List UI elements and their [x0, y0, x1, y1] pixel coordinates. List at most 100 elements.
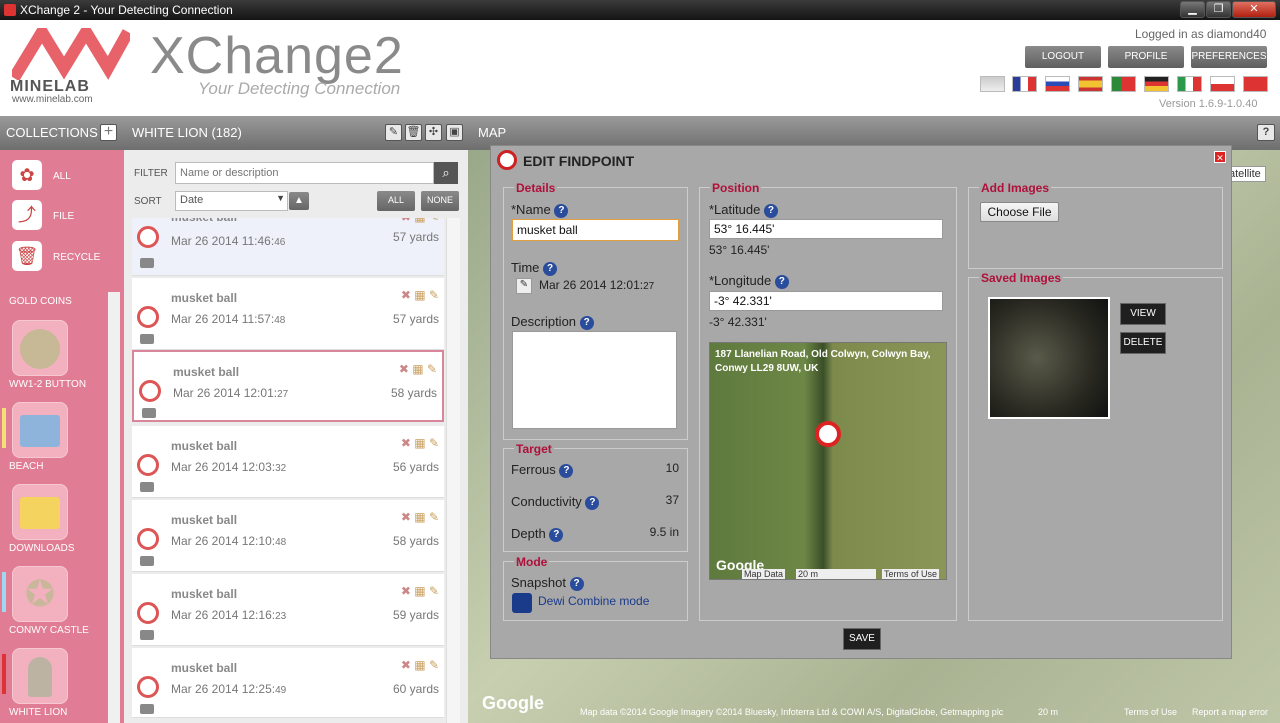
conductivity-label: Conductivity ?: [511, 494, 600, 510]
sidebar-item-file[interactable]: ⤴ FILE: [0, 200, 120, 236]
table-row[interactable]: musket ball Mar 26 2014 11:57:48 57 yards ✖…: [132, 278, 444, 350]
sidebar-item-all[interactable]: ✿ ALL: [0, 160, 120, 196]
choose-file-button[interactable]: Choose File: [980, 202, 1059, 222]
table-row[interactable]: musket ball Mar 26 2014 12:16:23 59 yards ✖…: [132, 574, 444, 646]
table-row[interactable]: musket ball Mar 26 2014 12:25:49 60 yards ✖…: [132, 648, 444, 718]
flag-portugal-icon[interactable]: [1111, 76, 1136, 92]
sort-direction-icon[interactable]: ▲: [289, 192, 309, 210]
help-icon[interactable]: ?: [543, 261, 558, 276]
flag-spain-icon[interactable]: [1078, 76, 1103, 92]
minimize-button[interactable]: ▁: [1180, 1, 1205, 18]
flag-italy-icon[interactable]: [1177, 76, 1202, 92]
edit-icon[interactable]: ✎: [429, 436, 439, 450]
row-distance: 57 yards: [392, 230, 439, 244]
save-button[interactable]: SAVE: [843, 628, 881, 650]
preferences-button[interactable]: PREFERENCES: [1191, 46, 1267, 68]
delete-icon[interactable]: ✖: [401, 436, 411, 450]
collection-icon[interactable]: ▦: [414, 584, 425, 598]
flag-germany-icon[interactable]: [1144, 76, 1169, 92]
row-date: Mar 26 2014 12:03:32: [171, 460, 287, 474]
collection-icon[interactable]: ▦: [414, 658, 425, 672]
delete-icon[interactable]: ✖: [401, 510, 411, 524]
delete-icon[interactable]: ✖: [401, 288, 411, 302]
edit-icon[interactable]: ✎: [427, 362, 437, 376]
flag-poland-icon[interactable]: [1210, 76, 1235, 92]
position-mini-map[interactable]: 187 Llanelian Road, Old Colwyn, Colwyn B…: [709, 342, 947, 580]
collection-conwy-castle[interactable]: ✪ CONWY CASTLE: [0, 564, 120, 640]
collection-icon[interactable]: ▦: [414, 288, 425, 302]
edit-icon[interactable]: ✎: [429, 584, 439, 598]
add-collection-icon[interactable]: +: [100, 124, 117, 141]
delete-icon[interactable]: ✖: [401, 658, 411, 672]
sort-select[interactable]: Date ▼: [175, 191, 288, 211]
collection-icon[interactable]: ▦: [412, 362, 423, 376]
help-icon[interactable]: ?: [585, 495, 600, 510]
location-pin-icon[interactable]: [815, 421, 841, 447]
google-logo: Google: [482, 693, 544, 713]
edit-icon[interactable]: ✎: [429, 510, 439, 524]
logout-button[interactable]: LOGOUT: [1025, 46, 1101, 68]
delete-collection-icon[interactable]: 🗑: [405, 124, 422, 141]
flag-turkey-icon[interactable]: [1243, 76, 1268, 92]
search-icon[interactable]: ⌕: [434, 162, 458, 184]
close-dialog-icon[interactable]: ✕: [1214, 151, 1226, 163]
table-row[interactable]: musket ball Mar 26 2014 11:46:46 57 yards ✖…: [132, 218, 444, 276]
camera-icon: [140, 334, 154, 344]
help-icon[interactable]: ?: [579, 315, 594, 330]
flag-france-icon[interactable]: [1012, 76, 1037, 92]
help-icon[interactable]: ?: [554, 203, 569, 218]
table-row[interactable]: musket ball Mar 26 2014 12:10:48 58 yards ✖…: [132, 500, 444, 572]
sidebar-item-recycle[interactable]: 🗑 RECYCLE: [0, 241, 120, 277]
help-icon[interactable]: ?: [549, 527, 564, 542]
list-scrollbar[interactable]: [446, 218, 460, 723]
description-textarea[interactable]: [512, 331, 677, 429]
table-row[interactable]: musket ball Mar 26 2014 12:03:32 56 yards ✖…: [132, 426, 444, 498]
filter-input[interactable]: [175, 162, 434, 184]
flag-russia-icon[interactable]: [1045, 76, 1070, 92]
maximize-button[interactable]: ❐: [1206, 1, 1231, 18]
saved-image-thumbnail[interactable]: [988, 297, 1110, 419]
delete-icon[interactable]: ✖: [401, 218, 411, 224]
help-icon[interactable]: ?: [1257, 124, 1275, 141]
table-row[interactable]: musket ball Mar 26 2014 12:01:27 58 yards ✖…: [132, 350, 444, 422]
select-none-button[interactable]: NONE: [421, 191, 459, 211]
name-input[interactable]: [512, 219, 679, 241]
edit-icon[interactable]: ✎: [429, 218, 439, 224]
share-collection-icon[interactable]: ✣: [425, 124, 442, 141]
save-collection-icon[interactable]: ▣: [446, 124, 463, 141]
mini-map-terms-link[interactable]: Terms of Use: [882, 569, 940, 579]
help-icon[interactable]: ?: [559, 463, 574, 478]
edit-icon[interactable]: ✎: [429, 288, 439, 302]
edit-icon[interactable]: ✎: [429, 658, 439, 672]
row-date: Mar 26 2014 11:46:46: [171, 234, 286, 248]
collection-beach[interactable]: BEACH: [0, 400, 120, 476]
help-icon[interactable]: ?: [763, 203, 778, 218]
edit-time-icon[interactable]: ✎: [516, 278, 532, 294]
help-icon[interactable]: ?: [569, 576, 584, 591]
flag-uk-icon[interactable]: [980, 76, 1005, 92]
longitude-input[interactable]: [709, 291, 943, 311]
map-terms-link[interactable]: Terms of Use: [1124, 707, 1177, 717]
delete-icon[interactable]: ✖: [399, 362, 409, 376]
edit-collection-icon[interactable]: ✎: [385, 124, 402, 141]
collection-icon[interactable]: ▦: [414, 436, 425, 450]
longitude-display: -3° 42.331': [709, 315, 767, 329]
row-distance: 58 yards: [390, 386, 437, 400]
delete-icon[interactable]: ✖: [401, 584, 411, 598]
collection-downloads[interactable]: DOWNLOADS: [0, 482, 120, 558]
profile-button[interactable]: PROFILE: [1108, 46, 1184, 68]
help-icon[interactable]: ?: [774, 274, 789, 289]
collection-gold-coins[interactable]: GOLD COINS: [9, 296, 72, 307]
mode-value[interactable]: Dewi Combine mode: [538, 594, 649, 608]
collection-ww1-2-button[interactable]: WW1-2 BUTTON: [0, 318, 120, 394]
collection-icon[interactable]: ▦: [414, 510, 425, 524]
collection-white-lion[interactable]: WHITE LION: [0, 646, 120, 722]
map-data-link[interactable]: Map Data: [742, 569, 786, 579]
collection-icon[interactable]: ▦: [414, 218, 425, 224]
view-image-button[interactable]: VIEW: [1120, 303, 1166, 325]
delete-image-button[interactable]: DELETE: [1120, 332, 1166, 354]
report-map-error-link[interactable]: Report a map error: [1192, 707, 1268, 717]
latitude-input[interactable]: [709, 219, 943, 239]
select-all-button[interactable]: ALL: [377, 191, 415, 211]
close-window-button[interactable]: ✕: [1232, 1, 1276, 18]
